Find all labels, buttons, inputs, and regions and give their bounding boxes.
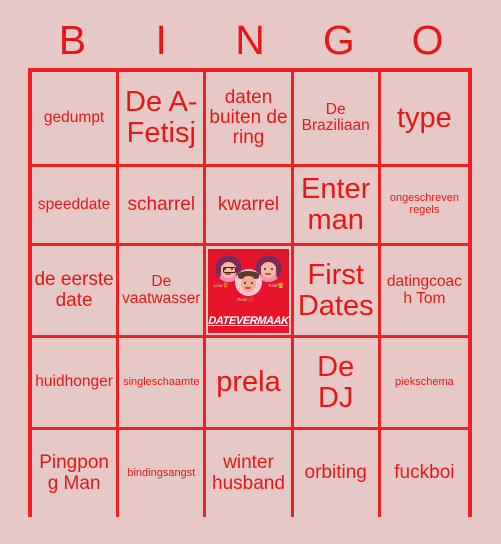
bingo-cell[interactable]: orbiting bbox=[293, 430, 381, 517]
bingo-cell[interactable]: huidhonger bbox=[32, 338, 120, 430]
bingo-cell[interactable]: kwarrel bbox=[206, 167, 294, 246]
bingo-cell-label: De DJ bbox=[317, 350, 355, 414]
host-caption-right: Fadi🍔 bbox=[268, 282, 284, 289]
bingo-cell-label: scharrel bbox=[127, 193, 196, 215]
bingo-cell-label: orbiting bbox=[304, 462, 367, 484]
bingo-cell[interactable]: winter husband bbox=[206, 430, 294, 517]
bingo-cell[interactable]: De DJ bbox=[293, 338, 381, 430]
bingo-cell[interactable]: speeddate bbox=[32, 167, 120, 246]
bingo-cell-label: piekschema bbox=[395, 375, 454, 388]
bingo-cell-label: Enter man bbox=[301, 173, 371, 236]
bingo-cell[interactable]: singleschaamte bbox=[119, 338, 207, 430]
host-avatar-center bbox=[234, 268, 262, 296]
bingo-cell-label: De Braziliaan bbox=[301, 100, 370, 134]
bingo-cell[interactable]: piekschema bbox=[380, 338, 468, 430]
bingo-cell-label: de eerste date bbox=[34, 269, 114, 311]
header-letter-o: O bbox=[411, 16, 444, 63]
datevermaak-logo: Lisa🌻 Rens💋 Fadi🍔 DATEVERMAAK bbox=[207, 248, 289, 333]
host-emoji-left: 🌻 bbox=[222, 282, 229, 289]
bingo-cell-label: Pingpong Man bbox=[39, 452, 109, 494]
datevermaak-wordmark: DATEVERMAAK bbox=[207, 314, 289, 327]
bingo-cell[interactable]: De A-Fetisj bbox=[119, 72, 207, 167]
bingo-cell[interactable]: ongeschreven regels bbox=[380, 167, 468, 246]
header-letter-b: B bbox=[58, 16, 87, 63]
bingo-card: B I N G O gedumpt De A-Fetisj daten buiten… bbox=[0, 0, 501, 544]
host-caption-left: Lisa🌻 bbox=[213, 282, 229, 289]
bingo-cell[interactable]: prela bbox=[206, 338, 294, 430]
bingo-cell-label: De A-Fetisj bbox=[125, 86, 198, 149]
bingo-cell-label: huidhonger bbox=[35, 373, 113, 391]
bingo-cell[interactable]: datingcoach Tom bbox=[380, 246, 468, 338]
bingo-cell-label: speeddate bbox=[37, 195, 111, 213]
bingo-cell-label: De vaatwasser bbox=[122, 273, 201, 307]
bingo-cell-label: First Dates bbox=[297, 258, 374, 322]
host-emoji-center: 💋 bbox=[247, 296, 254, 303]
bingo-cell-label: kwarrel bbox=[217, 193, 280, 215]
bingo-cell[interactable]: De Braziliaan bbox=[293, 72, 381, 167]
host-emoji-right: 🍔 bbox=[277, 282, 284, 289]
bingo-cell[interactable]: gedumpt bbox=[32, 72, 120, 167]
bingo-free-space[interactable]: Lisa🌻 Rens💋 Fadi🍔 DATEVERMAAK bbox=[206, 246, 294, 338]
bingo-cell[interactable]: Enter man bbox=[293, 167, 381, 246]
bingo-cell-label: gedumpt bbox=[43, 108, 105, 126]
bingo-cell[interactable]: type bbox=[380, 72, 468, 167]
bingo-cell[interactable]: bindingsangst bbox=[119, 430, 207, 517]
bingo-cell[interactable]: scharrel bbox=[119, 167, 207, 246]
bingo-cell-label: datingcoach Tom bbox=[386, 273, 462, 307]
bingo-cell-label: fuckboi bbox=[394, 462, 455, 484]
bingo-header: B I N G O bbox=[28, 14, 472, 66]
header-letter-n: N bbox=[235, 16, 265, 63]
bingo-cell-label: ongeschreven regels bbox=[389, 192, 459, 216]
bingo-cell[interactable]: First Dates bbox=[293, 246, 381, 338]
bingo-cell[interactable]: daten buiten de ring bbox=[206, 72, 294, 167]
bingo-cell[interactable]: De vaatwasser bbox=[119, 246, 207, 338]
bingo-cell-label: winter husband bbox=[212, 452, 285, 494]
header-letter-g: G bbox=[322, 16, 355, 63]
bingo-cell-label: prela bbox=[216, 366, 281, 399]
bingo-cell[interactable]: Pingpong Man bbox=[32, 430, 120, 517]
host-caption-center: Rens💋 bbox=[236, 296, 254, 303]
bingo-cell-label: daten buiten de ring bbox=[209, 86, 288, 149]
header-letter-i: I bbox=[155, 16, 167, 63]
bingo-cell[interactable]: fuckboi bbox=[380, 430, 468, 517]
bingo-cell-label: type bbox=[396, 101, 452, 134]
bingo-cell-label: bindingsangst bbox=[127, 466, 196, 479]
bingo-grid: gedumpt De A-Fetisj daten buiten de ring De… bbox=[28, 68, 472, 517]
bingo-cell[interactable]: de eerste date bbox=[32, 246, 120, 338]
bingo-cell-label: singleschaamte bbox=[123, 375, 200, 388]
